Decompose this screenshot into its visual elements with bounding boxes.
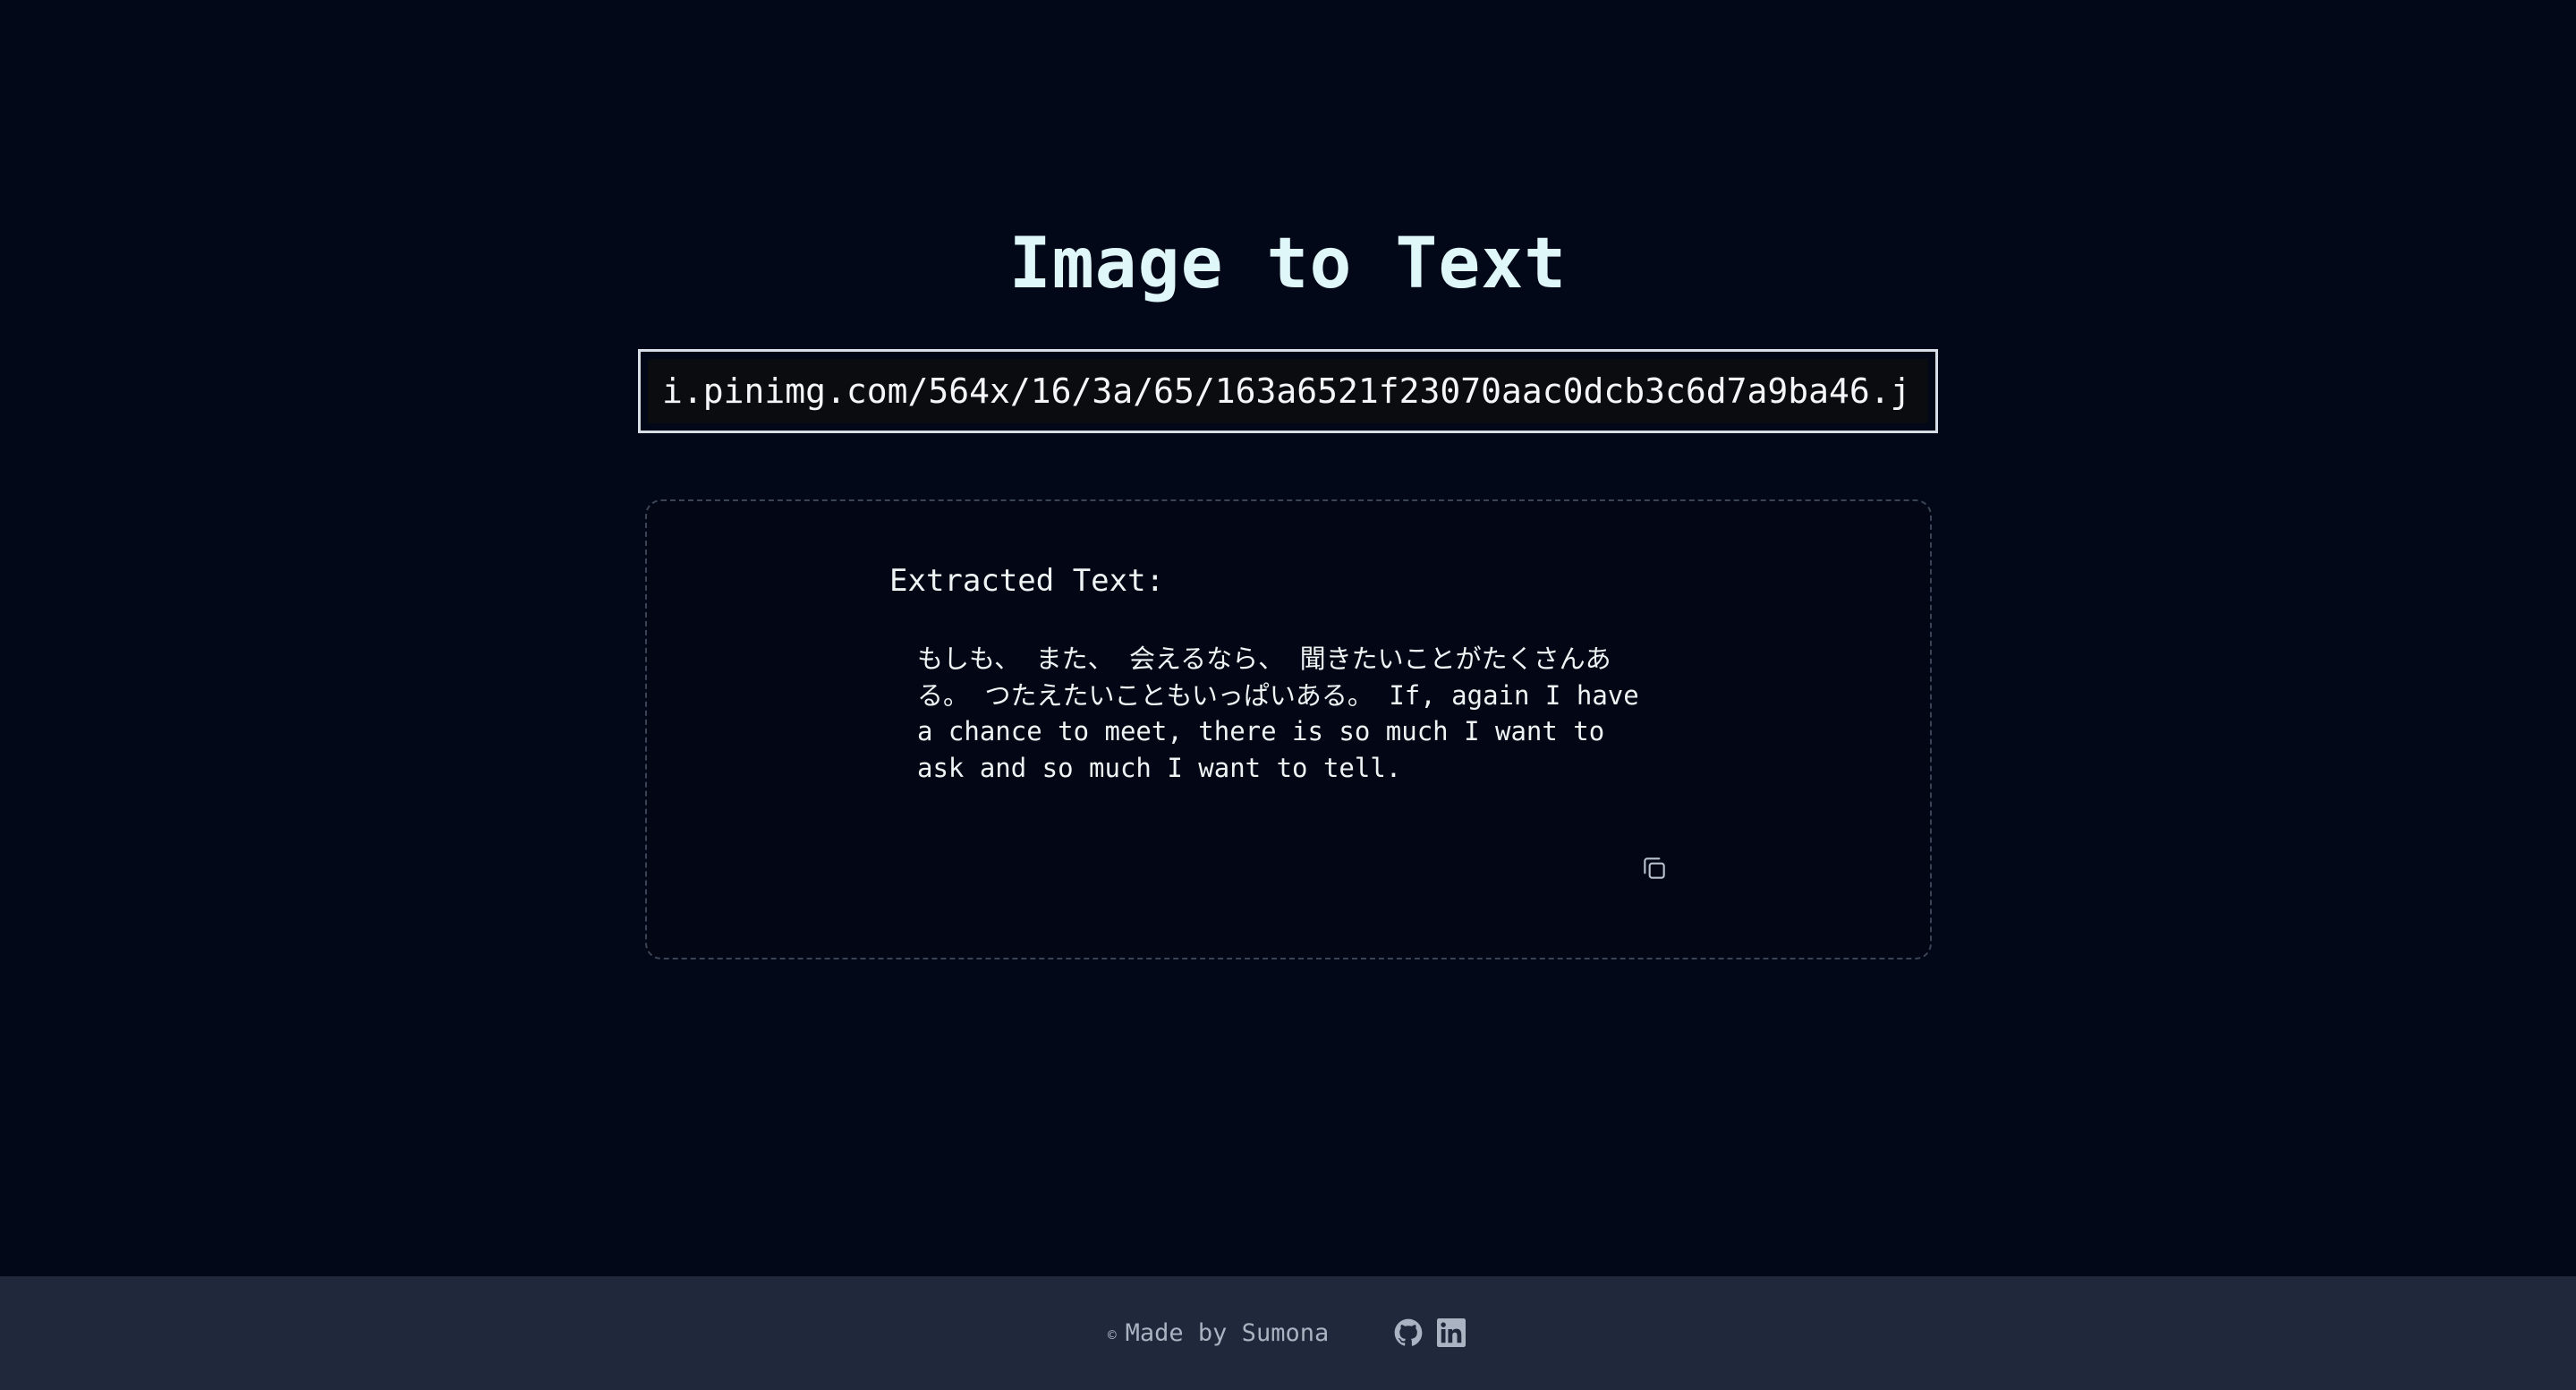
- image-url-input[interactable]: [638, 349, 1938, 433]
- copyright-symbol: ©: [1108, 1326, 1117, 1343]
- extracted-text-label: Extracted Text:: [889, 563, 1165, 599]
- extracted-text-panel: Extracted Text: もしも、 また、 会えるなら、 聞きたいことがた…: [645, 499, 1932, 959]
- extracted-text-content: もしも、 また、 会えるなら、 聞きたいことがたくさんある。 つたえたいこともい…: [917, 644, 1655, 783]
- copy-icon: [1644, 857, 1665, 879]
- github-icon: [1394, 1318, 1423, 1346]
- github-link[interactable]: [1391, 1316, 1425, 1350]
- linkedin-link[interactable]: [1434, 1316, 1468, 1350]
- linkedin-icon: [1437, 1318, 1466, 1347]
- copy-button[interactable]: [1637, 850, 1672, 886]
- page-title: Image to Text: [1008, 224, 1568, 304]
- footer: © Made by Sumona: [0, 1276, 2576, 1390]
- main-content: Image to Text Extracted Text: もしも、 また、 会…: [0, 0, 2576, 1276]
- footer-credit-text: Made by Sumona: [1125, 1319, 1330, 1347]
- footer-credit: © Made by Sumona: [1108, 1318, 1329, 1350]
